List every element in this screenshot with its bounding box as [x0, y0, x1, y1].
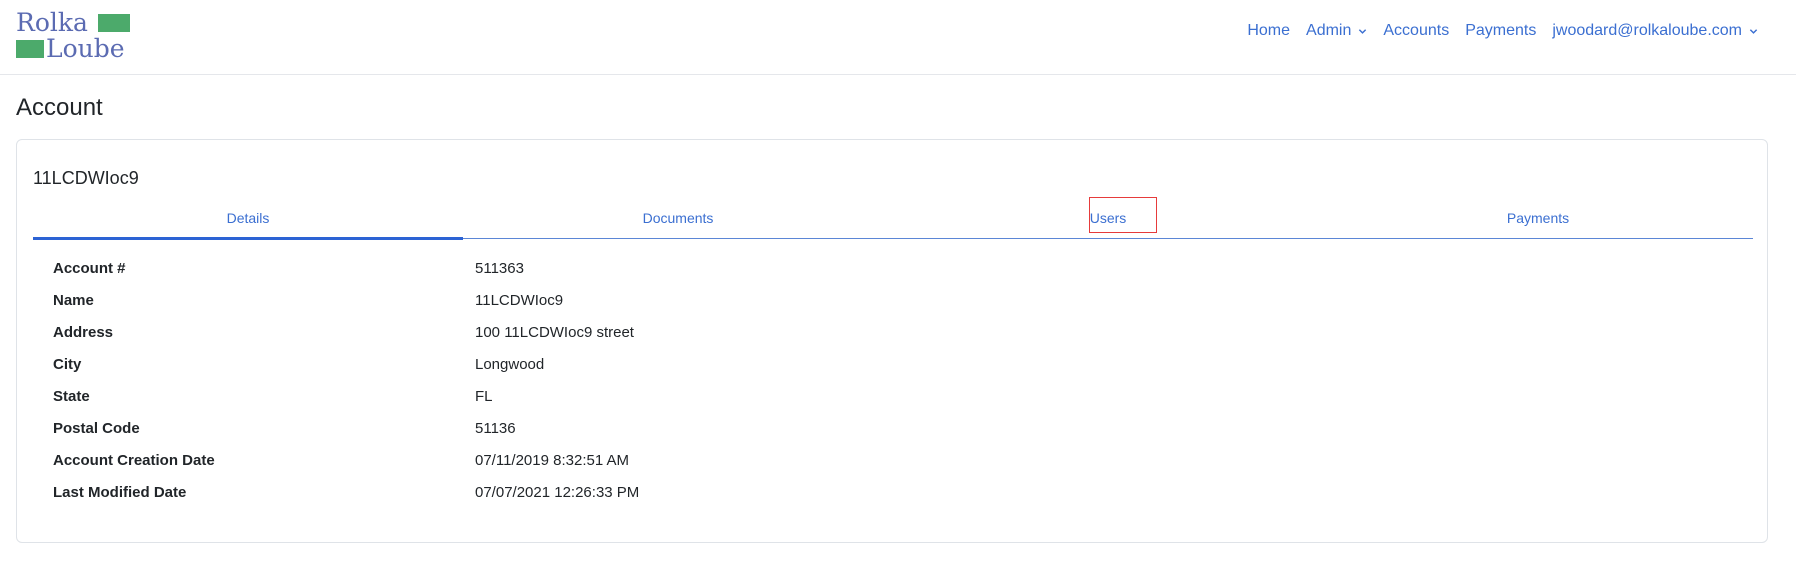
nav-admin-label: Admin: [1306, 22, 1352, 39]
top-navbar: Rolka Loube Home Admin Accounts Payments…: [0, 0, 1796, 75]
detail-row-city: City Longwood: [53, 356, 1053, 388]
detail-label: City: [53, 356, 82, 373]
detail-row-account-number: Account # 511363: [53, 260, 1053, 292]
tab-users[interactable]: Users: [893, 206, 1323, 238]
nav-home-label: Home: [1247, 22, 1291, 39]
logo-text-line1: Rolka: [16, 8, 88, 37]
tab-documents-label: Documents: [642, 210, 714, 226]
account-details-list: Account # 511363 Name 11LCDWIoc9 Address…: [53, 260, 1053, 516]
detail-label: Account #: [53, 260, 126, 277]
detail-label: Account Creation Date: [53, 452, 215, 469]
tab-payments-label: Payments: [1506, 210, 1570, 226]
page-title: Account: [16, 94, 103, 121]
detail-label: Postal Code: [53, 420, 140, 437]
nav-links: Home Admin Accounts Payments jwoodard@ro…: [1239, 22, 1766, 40]
tab-documents[interactable]: Documents: [463, 206, 893, 238]
chevron-down-icon: [1359, 28, 1367, 34]
detail-label: State: [53, 388, 90, 405]
nav-home-link[interactable]: Home: [1239, 22, 1298, 40]
detail-row-creation-date: Account Creation Date 07/11/2019 8:32:51…: [53, 452, 1053, 484]
logo-green-block-bottom: [16, 40, 44, 58]
detail-value: 07/11/2019 8:32:51 AM: [475, 452, 630, 469]
detail-row-name: Name 11LCDWIoc9: [53, 292, 1053, 324]
tab-payments[interactable]: Payments: [1323, 206, 1753, 238]
detail-label: Last Modified Date: [53, 484, 187, 501]
detail-row-postal-code: Postal Code 51136: [53, 420, 1053, 452]
tab-details[interactable]: Details: [33, 206, 463, 240]
detail-value: 11LCDWIoc9: [475, 292, 564, 309]
logo-green-block-top: [98, 14, 130, 32]
detail-value: 51136: [475, 420, 516, 437]
detail-value: Longwood: [475, 356, 545, 373]
chevron-down-icon: [1749, 28, 1758, 34]
tab-users-label: Users: [1089, 210, 1127, 226]
nav-accounts-link[interactable]: Accounts: [1375, 22, 1457, 40]
detail-row-address: Address 100 11LCDWIoc9 street: [53, 324, 1053, 356]
tab-details-label: Details: [226, 210, 270, 226]
detail-value: 07/07/2021 12:26:33 PM: [475, 484, 640, 501]
rolka-loube-logo[interactable]: Rolka Loube: [16, 6, 132, 64]
account-card: 11LCDWIoc9 Details Documents Users Payme…: [16, 139, 1768, 543]
nav-admin-dropdown[interactable]: Admin: [1298, 22, 1375, 40]
detail-value: 511363: [475, 260, 524, 277]
nav-payments-link[interactable]: Payments: [1457, 22, 1544, 40]
logo-text-line2: Loube: [46, 34, 125, 63]
detail-label: Name: [53, 292, 94, 309]
detail-label: Address: [53, 324, 114, 341]
nav-payments-label: Payments: [1465, 22, 1537, 39]
detail-value: 100 11LCDWIoc9 street: [475, 324, 634, 341]
nav-user-dropdown[interactable]: jwoodard@rolkaloube.com: [1544, 22, 1766, 40]
account-heading: 11LCDWIoc9: [33, 168, 139, 188]
detail-row-state: State FL: [53, 388, 1053, 420]
detail-row-last-modified: Last Modified Date 07/07/2021 12:26:33 P…: [53, 484, 1053, 516]
account-tabs: Details Documents Users Payments: [33, 206, 1753, 240]
nav-accounts-label: Accounts: [1383, 22, 1450, 39]
detail-value: FL: [475, 388, 493, 405]
nav-user-label: jwoodard@rolkaloube.com: [1552, 22, 1742, 39]
